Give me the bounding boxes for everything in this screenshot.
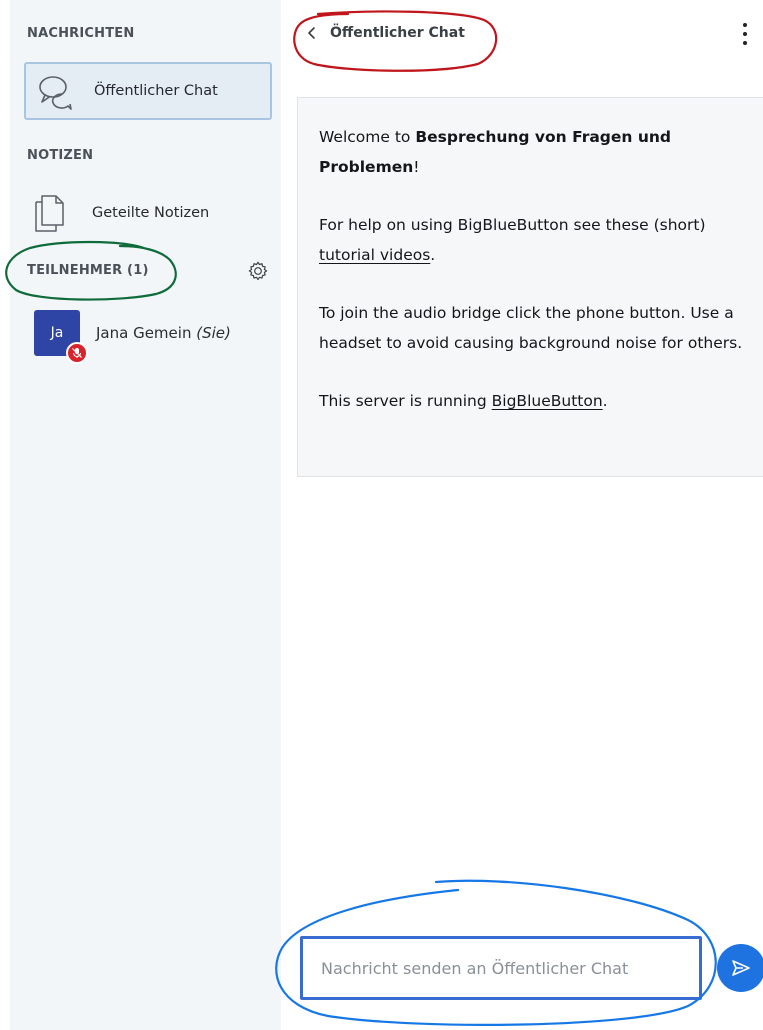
sidebar: NACHRICHTEN Öffentlicher Chat NOTIZEN Ge…: [10, 0, 281, 1030]
tutorial-videos-link[interactable]: tutorial videos: [319, 246, 430, 264]
send-icon: [732, 960, 750, 976]
bigbluebutton-link[interactable]: BigBlueButton: [492, 392, 603, 410]
participant-name-text: Jana Gemein: [96, 324, 192, 342]
participant-name: Jana Gemein (Sie): [96, 324, 231, 342]
server-suffix: .: [602, 392, 608, 410]
public-chat-label: Öffentlicher Chat: [94, 83, 218, 99]
welcome-line: Welcome to Besprechung von Fragen und Pr…: [319, 122, 751, 182]
participant-you-suffix: (Sie): [196, 324, 231, 342]
documents-icon: [35, 195, 64, 232]
app: NACHRICHTEN Öffentlicher Chat NOTIZEN Ge…: [0, 0, 763, 1030]
avatar-initials: Ja: [50, 325, 64, 341]
help-prefix: For help on using BigBlueButton see thes…: [319, 216, 706, 234]
messages-section-title: NACHRICHTEN: [27, 26, 135, 41]
shared-notes-item[interactable]: Geteilte Notizen: [32, 190, 280, 236]
welcome-prefix: Welcome to: [319, 128, 416, 146]
server-prefix: This server is running: [319, 392, 492, 410]
chat-title: Öffentlicher Chat: [330, 25, 465, 41]
audio-line: To join the audio bridge click the phone…: [319, 304, 743, 352]
microphone-muted-icon: [66, 342, 88, 364]
welcome-message: Welcome to Besprechung von Fragen und Pr…: [297, 97, 763, 477]
avatar: Ja: [34, 310, 88, 364]
public-chat-item[interactable]: Öffentlicher Chat: [24, 62, 272, 120]
message-input[interactable]: Nachricht senden an Öffentlicher Chat: [300, 936, 702, 1000]
help-line: For help on using BigBlueButton see thes…: [319, 210, 751, 270]
kebab-menu-icon[interactable]: [735, 20, 755, 48]
chat-bubbles-icon: [39, 76, 72, 110]
chevron-left-icon: [308, 27, 315, 39]
participants-section-title: TEILNEHMER (1): [27, 263, 149, 278]
participant-row[interactable]: Ja Jana Gemein (Sie): [34, 308, 284, 364]
back-to-chat-button[interactable]: Öffentlicher Chat: [304, 18, 465, 48]
send-button[interactable]: [717, 944, 763, 992]
help-suffix: .: [430, 246, 436, 264]
notes-section-title: NOTIZEN: [27, 148, 94, 163]
server-line: This server is running BigBlueButton.: [319, 386, 751, 416]
shared-notes-label: Geteilte Notizen: [92, 205, 210, 221]
gear-icon[interactable]: [247, 260, 269, 282]
message-input-placeholder: Nachricht senden an Öffentlicher Chat: [321, 958, 629, 978]
welcome-suffix: !: [413, 158, 420, 176]
